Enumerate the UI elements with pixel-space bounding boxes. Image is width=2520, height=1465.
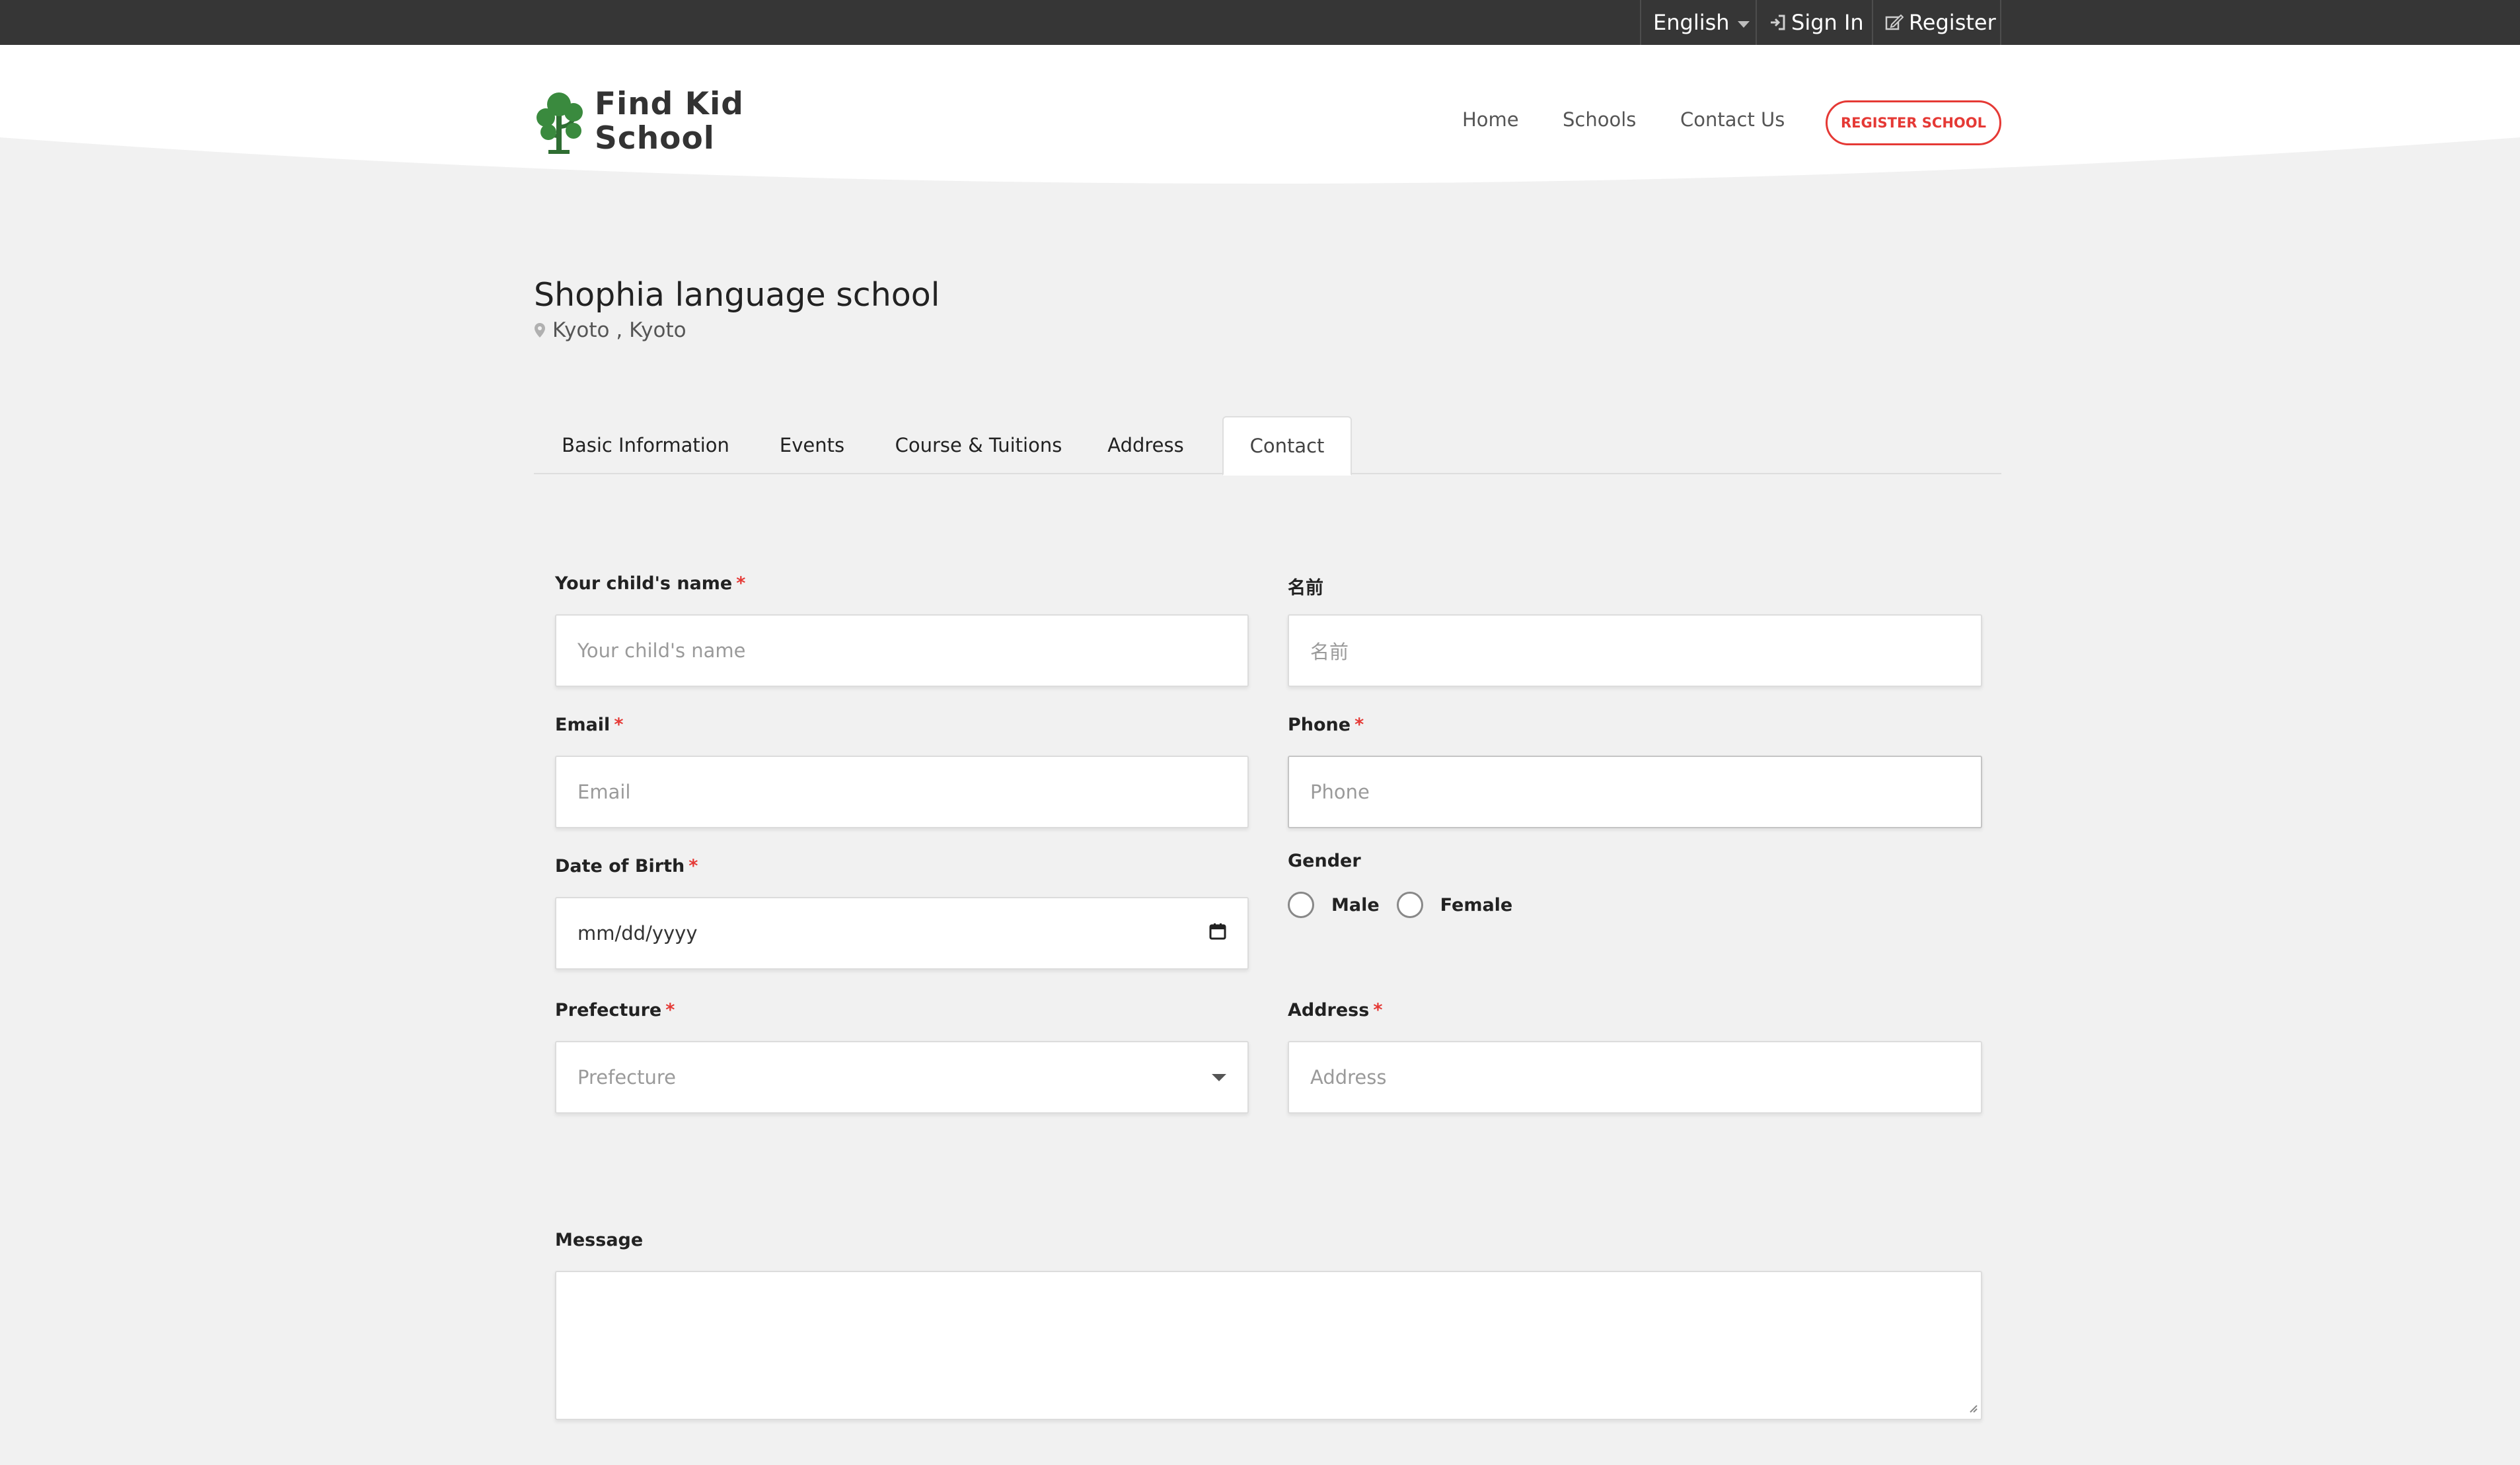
edit-icon	[1885, 14, 1904, 31]
email-placeholder: Email	[577, 781, 631, 803]
logo-wordmark: Find Kid School	[595, 87, 744, 156]
site-header: Find Kid School Home Schools Contact Us …	[0, 45, 2520, 193]
address-label-text: Address	[1288, 1000, 1370, 1020]
school-name: Shophia language school	[534, 276, 940, 314]
prefecture-placeholder: Prefecture	[577, 1066, 676, 1089]
phone-input[interactable]: Phone	[1288, 756, 1982, 828]
logo-line-2: School	[595, 120, 715, 157]
name-jp-label: 名前	[1288, 578, 1323, 598]
address-input[interactable]: Address	[1288, 1041, 1982, 1114]
tab-address[interactable]: Address	[1090, 416, 1201, 474]
tree-logo-icon	[537, 92, 583, 154]
gender-female-radio[interactable]	[1396, 892, 1423, 918]
required-marker: *	[688, 856, 698, 876]
gender-female-label: Female	[1440, 894, 1513, 915]
tab-basic-information[interactable]: Basic Information	[534, 416, 757, 474]
logo-line-1: Find Kid	[595, 86, 744, 122]
required-marker: *	[1354, 715, 1364, 735]
child-name-label-text: Your child's name	[555, 573, 733, 594]
language-label: English	[1653, 10, 1730, 35]
sign-in-label: Sign In	[1791, 10, 1864, 35]
register-link[interactable]: Register	[1872, 0, 2001, 45]
dob-input[interactable]: mm/dd/yyyy	[555, 897, 1249, 970]
site-logo[interactable]: Find Kid School	[535, 87, 744, 156]
name-jp-input[interactable]: 名前	[1288, 614, 1982, 687]
map-pin-icon	[534, 322, 546, 338]
calendar-icon[interactable]	[1209, 922, 1226, 945]
required-marker: *	[736, 573, 746, 594]
nav-contact-us[interactable]: Contact Us	[1680, 108, 1785, 131]
sign-in-icon	[1769, 14, 1786, 31]
nav-home[interactable]: Home	[1462, 108, 1519, 131]
register-school-button[interactable]: REGISTER SCHOOL	[1826, 100, 2001, 145]
message-textarea[interactable]	[555, 1271, 1982, 1420]
sign-in-link[interactable]: Sign In	[1756, 0, 1872, 45]
prefecture-label-text: Prefecture	[555, 1000, 662, 1020]
register-label: Register	[1909, 10, 1996, 35]
phone-placeholder: Phone	[1310, 781, 1370, 803]
email-label-text: Email	[555, 715, 611, 735]
tab-course-tuitions[interactable]: Course & Tuitions	[867, 416, 1090, 474]
required-marker: *	[614, 715, 624, 735]
required-marker: *	[1373, 1000, 1383, 1020]
email-label: Email *	[555, 715, 623, 735]
tab-contact[interactable]: Contact	[1222, 416, 1352, 476]
child-name-placeholder: Your child's name	[577, 639, 746, 662]
phone-label-text: Phone	[1288, 715, 1351, 735]
email-input[interactable]: Email	[555, 756, 1249, 828]
name-jp-placeholder: 名前	[1310, 641, 1349, 663]
message-label: Message	[555, 1230, 644, 1250]
dob-label: Date of Birth *	[555, 856, 698, 876]
language-selector[interactable]: English	[1640, 0, 1756, 45]
nav-schools[interactable]: Schools	[1563, 108, 1636, 131]
prefecture-select[interactable]: Prefecture	[555, 1041, 1249, 1114]
tab-events[interactable]: Events	[757, 416, 867, 474]
gender-label: Gender	[1288, 851, 1361, 871]
top-utility-bar: English Sign In Register	[0, 0, 2520, 45]
child-name-label: Your child's name *	[555, 573, 745, 594]
header-curve-bg	[0, 45, 2520, 184]
school-location: Kyoto , Kyoto	[534, 318, 686, 342]
gender-radio-group: Male Female	[1288, 892, 1530, 918]
address-placeholder: Address	[1310, 1066, 1387, 1089]
required-marker: *	[665, 1000, 675, 1020]
prefecture-label: Prefecture *	[555, 1000, 675, 1020]
chevron-down-icon	[1212, 1073, 1226, 1081]
address-label: Address *	[1288, 1000, 1382, 1020]
child-name-input[interactable]: Your child's name	[555, 614, 1249, 687]
school-tabs: Basic Information Events Course & Tuitio…	[534, 416, 2001, 476]
dob-label-text: Date of Birth	[555, 856, 685, 876]
dob-value: mm/dd/yyyy	[577, 922, 698, 945]
gender-male-label: Male	[1331, 894, 1380, 915]
school-location-text: Kyoto , Kyoto	[552, 318, 686, 342]
phone-label: Phone *	[1288, 715, 1364, 735]
resize-grip-icon[interactable]	[1968, 1403, 1978, 1416]
caret-down-icon	[1737, 21, 1750, 28]
gender-male-radio[interactable]	[1288, 892, 1314, 918]
